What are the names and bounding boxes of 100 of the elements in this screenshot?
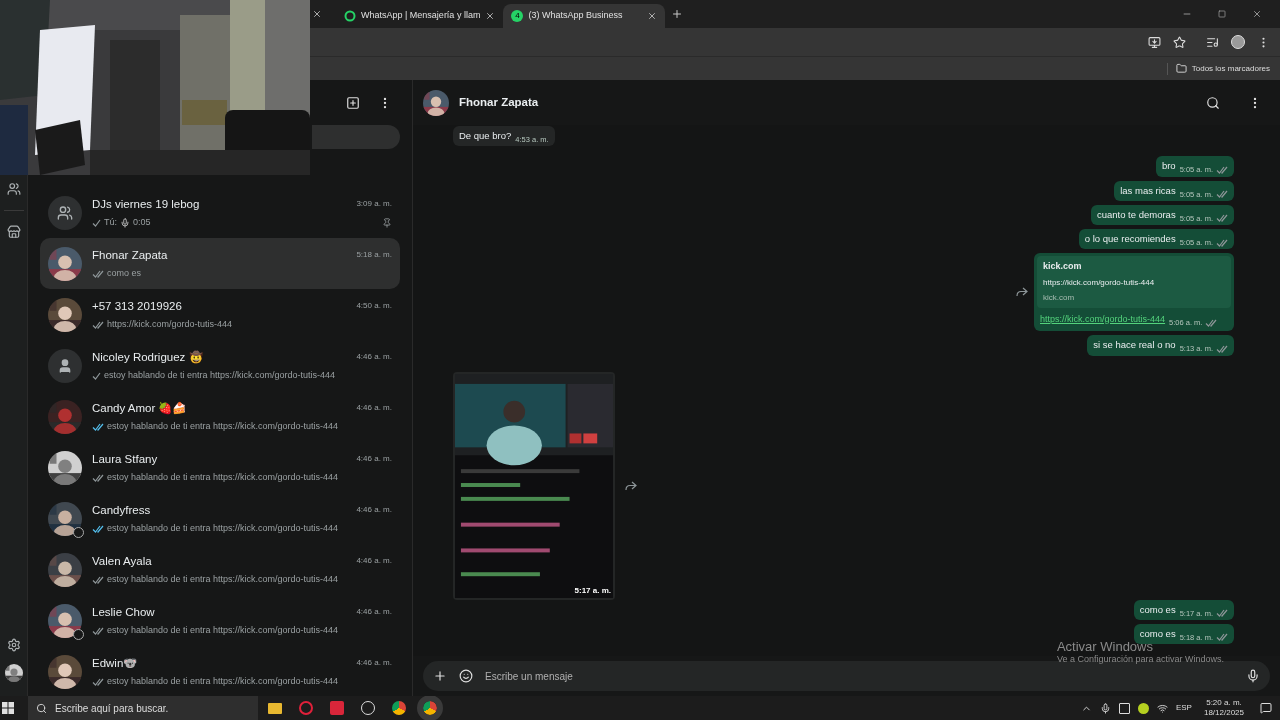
profile-avatar[interactable] [1231, 35, 1245, 49]
message-text: las mas ricas [1120, 183, 1176, 198]
message-preview: estoy hablando de ti entra https://kick.com/gordo-tutis-444 [107, 419, 339, 433]
new-chat-icon[interactable] [346, 95, 360, 110]
chat-list-item[interactable]: DJs viernes 19 lebog 3:09 a. m. Tú: 0:05 [40, 187, 400, 238]
link-url: https://kick.com/gordo-tutis-444 [1043, 276, 1156, 289]
tab-title: (3) WhatsApp Business [528, 9, 624, 23]
chat-list-item[interactable]: Candyfress 4:46 a. m. estoy hablando de ti entra https://kick.com/gordo-tutis-444 [40, 493, 400, 544]
close-tab-icon[interactable] [312, 9, 322, 19]
language-indicator[interactable]: ESP [1175, 702, 1192, 714]
message-preview: estoy hablando de ti entra https://kick.com/gordo-tutis-444 [107, 521, 339, 535]
message-link[interactable]: https://kick.com/gordo-tutis-444 [1040, 312, 1166, 327]
new-tab-icon[interactable] [671, 8, 684, 20]
chat-list-item[interactable]: Edwin🐨 4:46 a. m. estoy hablando de ti entra https://kick.com/gordo-tutis-444 [40, 646, 400, 697]
chat-list-item[interactable]: +57 313 2019926 4:50 a. m. https://kick.com/gordo-tutis-444 [40, 289, 400, 340]
contact-name: Edwin🐨 [92, 655, 138, 671]
search-icon[interactable] [36, 702, 47, 714]
contact-name: DJs viernes 19 lebog [92, 196, 200, 212]
message-text: si se hace real o no [1093, 338, 1176, 353]
folder-icon [1175, 63, 1187, 74]
close-tab-icon[interactable] [647, 11, 658, 21]
contact-name: Leslie Chow [92, 604, 155, 620]
taskbar-search-field[interactable]: Escribe aquí para buscar. [28, 696, 258, 720]
close-window-icon[interactable] [1252, 9, 1262, 19]
message-time: 5:18 a. m. [356, 249, 392, 262]
windows-logo-icon[interactable] [2, 702, 14, 714]
browser-tab[interactable]: WhatsApp | Mensajería y llam [336, 4, 504, 28]
media-control-icon[interactable] [1206, 35, 1219, 49]
forward-icon[interactable] [625, 480, 637, 491]
message-time: 4:46 a. m. [356, 402, 392, 415]
contact-name: +57 313 2019926 [92, 298, 182, 314]
search-field[interactable] [312, 125, 400, 149]
message-time: 3:09 a. m. [356, 198, 392, 211]
message-text: cuanto te demoras [1096, 207, 1176, 222]
message-preview: estoy hablando de ti entra https://kick.com/gordo-tutis-444 [104, 368, 336, 382]
install-app-icon[interactable] [1148, 35, 1161, 49]
notifications-icon[interactable] [1260, 702, 1272, 714]
image-message[interactable]: 5:17 a. m. [453, 371, 615, 600]
store-icon[interactable] [6, 225, 21, 239]
chrome-icon[interactable] [392, 701, 406, 715]
message-time: 4:50 a. m. [356, 300, 392, 313]
message-time: 4:46 a. m. [356, 555, 392, 568]
tray-app-icon[interactable] [1137, 702, 1149, 714]
message-time: 4:46 a. m. [356, 657, 392, 670]
message-text: o lo que recomiendes [1084, 232, 1176, 246]
message-preview: estoy hablando de ti entra https://kick.com/gordo-tutis-444 [107, 623, 339, 637]
contact-name: Candyfress [92, 502, 151, 518]
contact-name: Candy Amor 🍓🍰 [92, 400, 187, 417]
contact-name: Fhonar Zapata [92, 247, 168, 263]
bookmarks-button[interactable]: Todos los marcadores [1175, 62, 1270, 75]
bookmark-star-icon[interactable] [1173, 35, 1186, 49]
chat-title: Fhonar Zapata [459, 94, 539, 110]
message-preview: estoy hablando de ti entra https://kick.com/gordo-tutis-444 [107, 572, 339, 586]
opera-icon[interactable] [299, 701, 313, 715]
tab-title: WhatsApp | Mensajería y llam [361, 9, 481, 23]
attach-icon[interactable] [433, 669, 447, 683]
chat-list-item[interactable]: Laura Stfany 4:46 a. m. estoy hablando de ti entra https://kick.com/gordo-tutis-444 [40, 442, 400, 493]
message-preview: estoy hablando de ti entra https://kick.com/gordo-tutis-444 [107, 674, 339, 688]
tray-app-icon[interactable] [1118, 702, 1130, 714]
browser-tab[interactable]: 4 (3) WhatsApp Business [503, 4, 666, 28]
link-title: kick.com [1043, 260, 1083, 274]
chat-list-item[interactable]: Candy Amor 🍓🍰 4:46 a. m. estoy hablando de ti entra https://kick.com/gordo-tutis-444 [40, 391, 400, 442]
message-text: como es [1139, 626, 1176, 641]
message-preview: 0:05 [133, 215, 151, 229]
chat-list-item[interactable]: Fhonar Zapata 5:18 a. m. como es [40, 238, 400, 289]
notification-badge: 4 [511, 10, 524, 22]
message-preview: https://kick.com/gordo-tutis-444 [107, 317, 233, 331]
microphone-icon[interactable] [1099, 702, 1111, 714]
message-text: como es [1139, 602, 1176, 617]
chat-list-item[interactable]: Valen Ayala 4:46 a. m. estoy hablando de ti entra https://kick.com/gordo-tutis-444 [40, 544, 400, 595]
message-text: bro [1161, 159, 1176, 174]
contact-name: Laura Stfany [92, 451, 158, 467]
sender-label: Tú: [104, 215, 117, 229]
message-time: 5:17 a. m. [574, 584, 611, 597]
activation-title: Activar Windows [1056, 639, 1153, 654]
message-time: 4:46 a. m. [356, 606, 392, 619]
settings-icon[interactable] [6, 638, 21, 652]
chat-list-item[interactable]: Leslie Chow 4:46 a. m. estoy hablando de ti entra https://kick.com/gordo-tutis-444 [40, 595, 400, 646]
message-preview: estoy hablando de ti entra https://kick.com/gordo-tutis-444 [107, 470, 339, 484]
wifi-icon[interactable] [1156, 702, 1168, 714]
file-explorer-icon[interactable] [268, 702, 282, 714]
taskbar-search-input[interactable]: Escribe aquí para buscar. [55, 700, 250, 716]
chat-list-item[interactable]: Nicoley Rodriguez 🤠 4:46 a. m. estoy hablando de ti entra https://kick.com/gordo-tutis-444 [40, 340, 400, 391]
link-domain: kick.com [1043, 291, 1076, 304]
clock-date: 18/12/2025 [1203, 708, 1244, 718]
message-input[interactable]: Escribe un mensaje [485, 668, 1234, 684]
maximize-icon[interactable] [1218, 10, 1226, 18]
microphone-icon[interactable] [1246, 669, 1260, 683]
message-time: 4:46 a. m. [356, 504, 392, 517]
message-preview: como es [107, 266, 141, 280]
search-icon[interactable] [1206, 95, 1220, 110]
message-time: 4:46 a. m. [356, 453, 392, 466]
sticker-icon[interactable] [459, 669, 473, 683]
message-time: 4:46 a. m. [356, 351, 392, 364]
close-tab-icon[interactable] [485, 11, 496, 21]
communities-icon[interactable] [6, 182, 21, 196]
contact-name: Valen Ayala [92, 553, 152, 569]
contact-name: Nicoley Rodriguez 🤠 [92, 349, 203, 366]
clock-time: 5:20 a. m. [1206, 698, 1242, 708]
forward-icon[interactable] [1016, 287, 1028, 298]
